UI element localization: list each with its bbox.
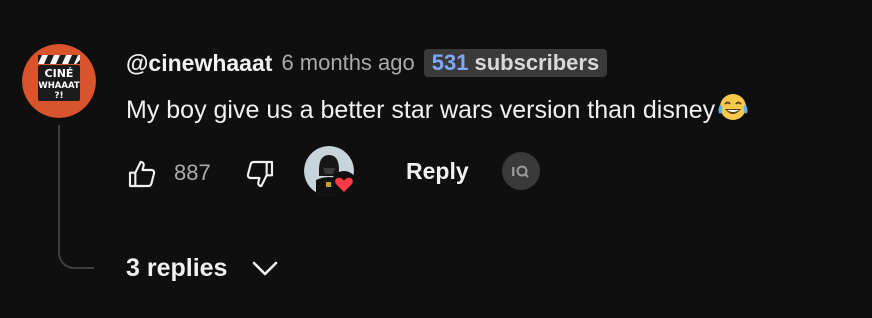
thread-connector-line [58, 125, 94, 269]
reply-button[interactable]: Reply [406, 158, 469, 185]
view-replies-button[interactable]: 3 replies [126, 252, 279, 284]
comment-text: My boy give us a better star wars versio… [126, 92, 749, 129]
comment-header: @cinewhaaat 6 months ago 531 subscribers [126, 48, 608, 78]
heart-icon [331, 171, 357, 197]
extension-icon: I [511, 165, 529, 179]
comment-timestamp[interactable]: 6 months ago [281, 50, 414, 76]
like-button[interactable] [126, 158, 158, 190]
thumbs-up-icon [128, 160, 156, 188]
replies-count-label: 3 replies [126, 253, 228, 282]
comment-thread: CINÉ WHAAAT ?! @cinewhaaat 6 months ago … [0, 0, 872, 318]
extension-button[interactable]: I [502, 152, 540, 190]
svg-text:I: I [511, 165, 515, 179]
like-count: 887 [174, 160, 211, 185]
avatar-logo-line-2: WHAAAT [38, 81, 80, 91]
avatar-logo-line-1: CINÉ [45, 67, 74, 80]
dislike-button[interactable] [244, 158, 276, 190]
subscriber-count: 531 [431, 50, 469, 75]
creator-heart-badge [304, 146, 364, 200]
chevron-down-icon [253, 261, 278, 276]
tears-of-joy-emoji [717, 92, 749, 129]
thumbs-down-icon [246, 160, 274, 188]
author-avatar[interactable]: CINÉ WHAAAT ?! [22, 44, 96, 118]
author-name[interactable]: @cinewhaaat [126, 50, 272, 77]
avatar-logo-line-3: ?! [54, 91, 63, 101]
subscriber-count-badge: 531 subscribers [423, 49, 608, 77]
comment-body: My boy give us a better star wars versio… [126, 96, 716, 124]
subscriber-label: subscribers [474, 50, 600, 75]
